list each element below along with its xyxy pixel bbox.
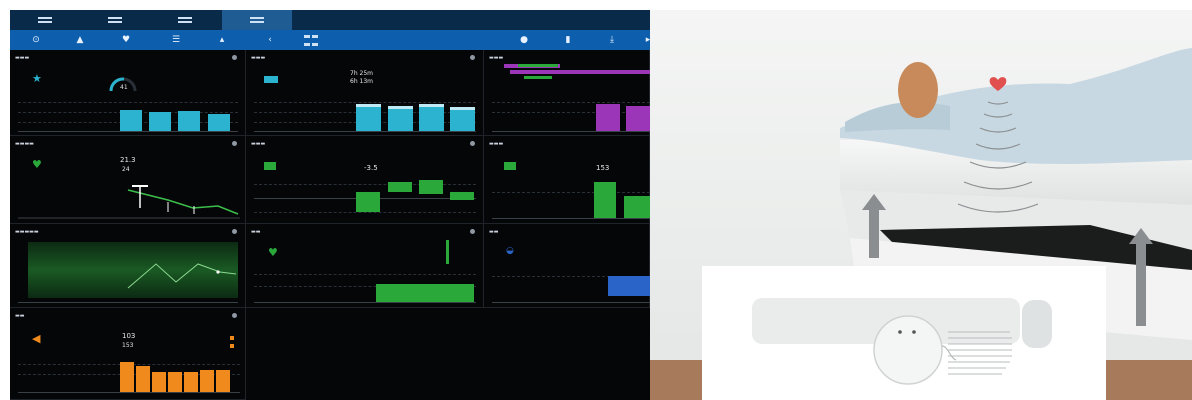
info-icon[interactable]	[470, 55, 475, 60]
bar[interactable]	[149, 112, 171, 131]
bar[interactable]	[450, 107, 475, 131]
panel-title: ▬▬▬▬	[15, 141, 34, 147]
heart-icon[interactable]: ♥	[120, 34, 132, 46]
person-icon[interactable]: ▲	[74, 34, 86, 46]
icon-toolbar: ⊙ ▲ ♥ ☰ ▴ ‹ ● ▮ ⤓ ▸	[10, 30, 650, 50]
panel-title: ▬▬▬	[489, 141, 504, 147]
breathing-area[interactable]	[608, 276, 650, 296]
panel-snoring[interactable]: ▬▬ ◀ 103 153	[10, 308, 246, 400]
back-icon[interactable]: ‹	[264, 34, 276, 46]
bed-illustration	[650, 10, 1192, 400]
list-icon[interactable]: ☰	[170, 34, 182, 46]
hr-value-a: 21.3	[120, 156, 136, 164]
panel-title: ▬▬▬▬▬	[15, 229, 39, 235]
bar[interactable]	[168, 372, 182, 392]
panel-hrv[interactable]: ▬▬▬ -3.5	[246, 136, 484, 224]
file-icon[interactable]: ▮	[562, 34, 574, 46]
panel-title: ▬▬▬	[15, 55, 30, 61]
hr-value-b: 24	[122, 166, 130, 173]
panel-title: ▬▬	[251, 229, 261, 235]
info-icon[interactable]	[232, 313, 237, 318]
hrv-value: -3.5	[364, 164, 378, 172]
panel-title: ▬▬▬	[251, 141, 266, 147]
bar[interactable]	[596, 104, 620, 131]
composite-image: ⊙ ▲ ♥ ☰ ▴ ‹ ● ▮ ⤓ ▸ ▬▬▬ ★ 41 ▬▬▬ 7h 25m …	[0, 0, 1192, 400]
top-nav	[10, 10, 650, 30]
bar[interactable]	[200, 370, 214, 392]
hr-line-chart[interactable]	[18, 178, 240, 222]
bar[interactable]	[388, 106, 413, 131]
bar[interactable]	[152, 372, 166, 392]
panel-title: ▬▬▬	[489, 55, 504, 61]
bar[interactable]	[624, 196, 650, 218]
drop-icon[interactable]: ●	[518, 34, 530, 46]
heart-icon: ♥	[32, 158, 42, 171]
nav-tab-2[interactable]	[80, 10, 150, 30]
star-icon: ★	[32, 72, 42, 85]
nav-tab-1[interactable]	[10, 10, 80, 30]
bed-icon	[264, 162, 276, 170]
bar[interactable]	[184, 372, 198, 392]
score-value: 41	[120, 84, 128, 91]
panel-title: ▬▬	[15, 313, 25, 319]
dashboard-icon[interactable]: ⊙	[30, 34, 42, 46]
nav-tab-4[interactable]	[222, 10, 292, 30]
panel-heart-rate[interactable]: ▬▬▬▬ ♥ 21.3 24	[10, 136, 246, 224]
bar[interactable]	[450, 192, 474, 200]
info-icon[interactable]	[232, 55, 237, 60]
bar[interactable]	[388, 182, 412, 192]
snore-value-a: 103	[122, 332, 136, 340]
bar[interactable]	[419, 180, 443, 194]
info-icon[interactable]	[232, 229, 237, 234]
info-icon[interactable]	[470, 141, 475, 146]
bar[interactable]	[216, 370, 230, 392]
nav-tab-3[interactable]	[150, 10, 220, 30]
panel-breathing[interactable]: ▬▬ ◒	[484, 224, 650, 308]
heart-icon: ♥	[268, 246, 278, 259]
info-icon[interactable]	[470, 229, 475, 234]
panel-title: ▬▬▬	[251, 55, 266, 61]
hr-area[interactable]	[376, 284, 474, 302]
bar[interactable]	[136, 366, 150, 392]
bed-photo	[650, 10, 1192, 400]
bar[interactable]	[120, 110, 142, 131]
lungs-icon: ◒	[506, 246, 514, 256]
bar[interactable]	[356, 104, 381, 131]
sleep-dashboard: ⊙ ▲ ♥ ☰ ▴ ‹ ● ▮ ⤓ ▸ ▬▬▬ ★ 41 ▬▬▬ 7h 25m …	[10, 10, 650, 400]
duration-a: 7h 25m	[350, 70, 374, 77]
stress-line	[127, 263, 237, 289]
more-icon[interactable]: ▸	[642, 34, 650, 46]
snore-value-b: 153	[122, 342, 134, 349]
bar[interactable]	[120, 362, 134, 392]
panel-stress[interactable]: ▬▬▬▬▬	[10, 224, 246, 308]
bar[interactable]	[356, 192, 380, 212]
panel-hrv-2[interactable]: ▬▬▬ 153	[484, 136, 650, 224]
bar[interactable]	[178, 111, 200, 131]
run-icon[interactable]: ▴	[216, 34, 228, 46]
panel-heart-rate-2[interactable]: ▬▬ ♥	[246, 224, 484, 308]
hrv2-value: 153	[596, 164, 610, 172]
sensor-icon	[873, 315, 943, 385]
panel-title: ▬▬	[489, 229, 499, 235]
legend-chip	[304, 41, 320, 46]
bed-icon	[504, 162, 516, 170]
duration-b: 6h 13m	[350, 78, 374, 85]
bed-icon	[264, 76, 278, 83]
bar[interactable]	[419, 104, 444, 131]
legend-chip	[304, 33, 320, 38]
bar[interactable]	[594, 182, 616, 218]
speaker-icon: ◀	[32, 332, 41, 345]
panel-sleep-duration[interactable]: ▬▬▬ 7h 25m 6h 13m	[246, 50, 484, 136]
download-icon[interactable]: ⤓	[606, 34, 618, 46]
panel-sleep-stages[interactable]: ▬▬▬	[484, 50, 650, 136]
bar[interactable]	[208, 114, 230, 131]
info-icon[interactable]	[232, 141, 237, 146]
panel-sleep-score[interactable]: ▬▬▬ ★ 41	[10, 50, 246, 136]
bar[interactable]	[626, 106, 650, 131]
